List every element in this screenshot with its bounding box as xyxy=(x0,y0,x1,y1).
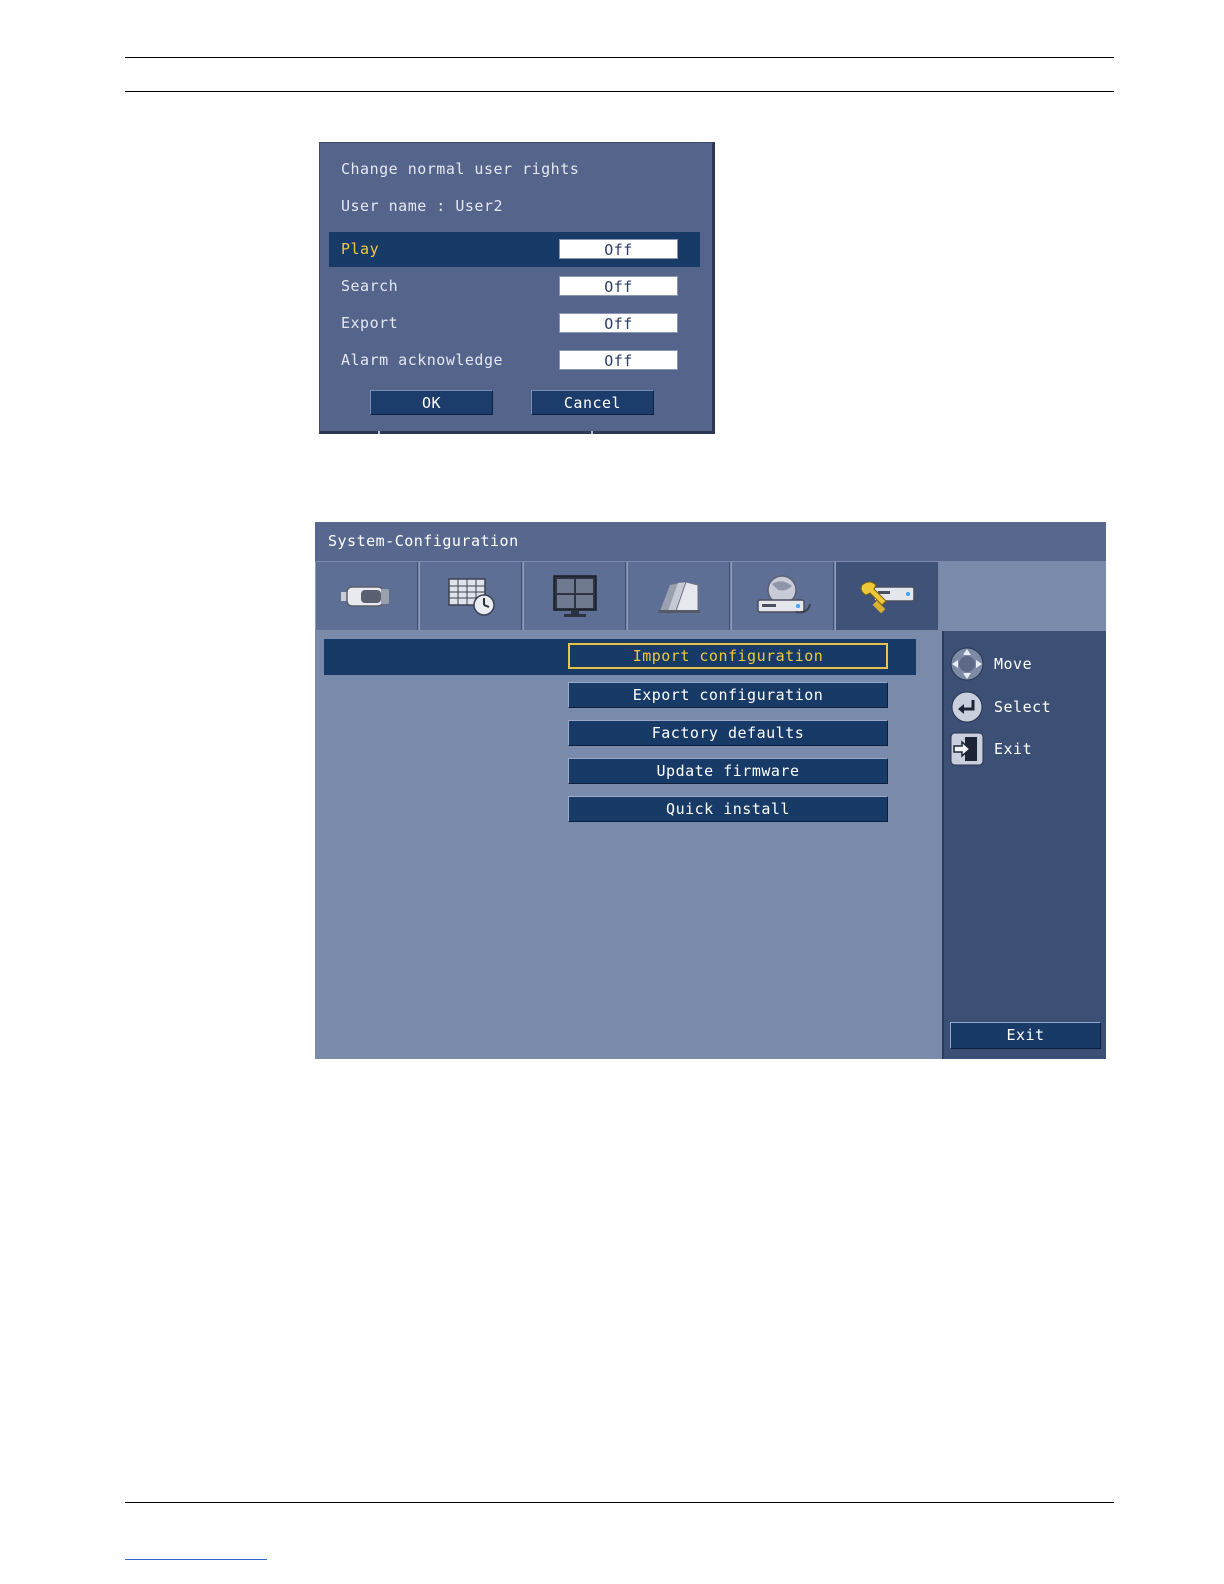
rights-label: Export xyxy=(341,314,399,332)
legend-move: Move xyxy=(949,646,1099,682)
rights-label: Search xyxy=(341,277,399,295)
category-tab-bar xyxy=(315,561,1106,631)
move-arrows-icon xyxy=(950,647,984,681)
tab-schedule[interactable] xyxy=(419,562,522,630)
header-rule-bottom xyxy=(125,91,1114,92)
update-firmware-button[interactable]: Update firmware xyxy=(568,758,888,784)
exit-door-icon xyxy=(950,732,984,766)
header-rule-top xyxy=(125,57,1114,58)
rights-label: Alarm acknowledge xyxy=(341,351,504,369)
quick-install-button[interactable]: Quick install xyxy=(568,796,888,822)
ok-button[interactable]: OK xyxy=(370,390,493,415)
dialog-user-name: User name : User2 xyxy=(341,197,504,215)
footer-link-underline[interactable] xyxy=(125,1559,267,1560)
legend-label: Select xyxy=(994,698,1052,716)
tab-monitor[interactable] xyxy=(523,562,626,630)
legend-label: Move xyxy=(994,655,1033,673)
tab-camera[interactable] xyxy=(315,562,418,630)
schedule-icon xyxy=(447,578,495,616)
tab-network[interactable] xyxy=(731,562,834,630)
tools-menu-panel: Import configuration Export configuratio… xyxy=(315,631,942,1059)
exit-button[interactable]: Exit xyxy=(950,1022,1101,1049)
tab-system-tools[interactable] xyxy=(835,562,938,630)
network-icon xyxy=(756,575,811,614)
legend-exit: Exit xyxy=(949,731,1099,767)
rights-row-alarm-acknowledge[interactable]: Alarm acknowledge Off xyxy=(329,343,700,378)
navigation-legend-panel: Move Select Exit Exit xyxy=(942,631,1106,1059)
legend-label: Exit xyxy=(994,740,1033,758)
rights-value-field[interactable]: Off xyxy=(559,276,678,296)
screen-title: System-Configuration xyxy=(315,522,1106,561)
rights-value-field[interactable]: Off xyxy=(559,350,678,370)
rights-row-search[interactable]: Search Off xyxy=(329,269,700,304)
rights-label: Play xyxy=(341,240,380,258)
footer-rule xyxy=(125,1502,1114,1503)
dialog-edge-tick xyxy=(378,431,380,434)
rights-row-play[interactable]: Play Off xyxy=(329,232,700,267)
factory-defaults-button[interactable]: Factory defaults xyxy=(568,720,888,746)
dialog-edge-tick xyxy=(591,431,593,434)
dialog-title: Change normal user rights xyxy=(341,160,580,178)
enter-icon xyxy=(951,691,983,723)
system-configuration-screen: System-Configuration Import configuratio… xyxy=(315,522,1106,1059)
rights-value-field[interactable]: Off xyxy=(559,239,678,259)
cancel-button[interactable]: Cancel xyxy=(531,390,654,415)
camera-icon xyxy=(340,586,389,607)
tab-alarm[interactable] xyxy=(627,562,730,630)
legend-select: Select xyxy=(949,689,1099,725)
system-tools-icon xyxy=(860,581,915,614)
export-configuration-button[interactable]: Export configuration xyxy=(568,682,888,708)
rights-row-export[interactable]: Export Off xyxy=(329,306,700,341)
import-configuration-button[interactable]: Import configuration xyxy=(568,643,888,669)
rights-value-field[interactable]: Off xyxy=(559,313,678,333)
monitor-icon xyxy=(552,575,597,617)
alarm-icon xyxy=(657,581,700,613)
user-rights-dialog: Change normal user rights User name : Us… xyxy=(319,142,715,434)
